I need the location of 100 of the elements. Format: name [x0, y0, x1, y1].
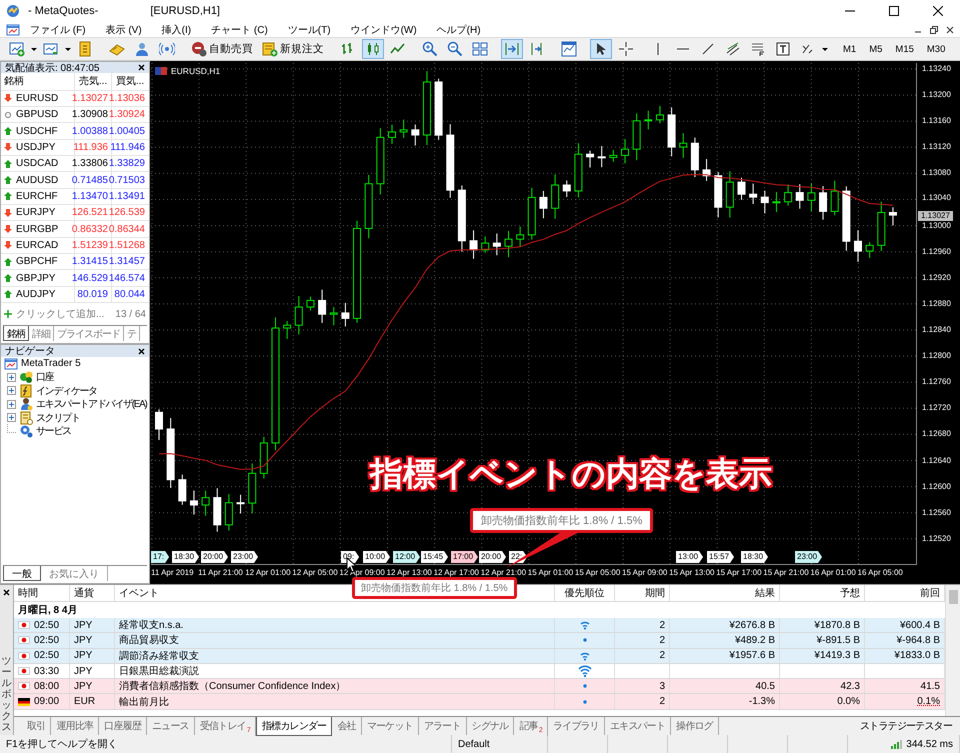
candlestick-icon[interactable] [362, 39, 384, 59]
expand-toggle-icon[interactable] [7, 413, 16, 422]
timeframe-button[interactable]: M15 [890, 40, 919, 58]
expand-toggle-icon[interactable] [7, 372, 16, 382]
column-header[interactable]: 通貨 [70, 585, 115, 601]
column-header[interactable]: 予想 [780, 585, 865, 601]
event-marker[interactable]: 20:00 [479, 551, 506, 563]
event-marker[interactable]: 15:45 [421, 551, 448, 563]
timeframe-button[interactable]: M5 [864, 40, 888, 58]
event-marker[interactable]: 10:00 [363, 551, 390, 563]
ask-price: 1.51268 [111, 238, 148, 254]
event-marker[interactable]: 18:30 [741, 551, 768, 563]
symbol-name[interactable]: EURCHF [16, 190, 58, 202]
new-order-button[interactable]: 新規注文 [259, 39, 327, 59]
timeframe-button[interactable]: M30 [922, 40, 950, 58]
scrollbar[interactable] [945, 585, 960, 716]
close-icon[interactable] [138, 64, 145, 71]
caret-icon[interactable] [31, 48, 37, 50]
panel-tab[interactable]: 一般 [3, 566, 41, 581]
auto-trading-button[interactable]: 自動売買 [188, 39, 256, 59]
close-icon[interactable] [946, 26, 954, 34]
cursor-icon[interactable] [590, 39, 612, 59]
panel-tab[interactable]: テ [124, 326, 140, 342]
restore-icon[interactable] [930, 26, 938, 34]
close-icon[interactable] [3, 589, 10, 596]
tree-item[interactable]: インディケータ [36, 384, 97, 398]
caret-icon[interactable] [822, 48, 828, 50]
event-marker[interactable]: 23:00 [231, 551, 258, 563]
candlestick [609, 149, 618, 162]
tree-item[interactable]: スクリプト [36, 410, 80, 425]
strategy-tester-tab[interactable]: ストラテジーテスター [852, 717, 960, 735]
symbol-name[interactable]: USDCHF [16, 126, 58, 137]
bid-price: 1.13027 [74, 90, 111, 106]
column-header[interactable]: 売気... [74, 73, 111, 90]
symbol-name[interactable]: USDJPY [16, 142, 56, 153]
maximize-icon[interactable] [889, 6, 899, 16]
menu-item[interactable]: ウインドウ(W) [340, 22, 427, 36]
ask-price: 1.33829 [111, 156, 148, 172]
symbol-name[interactable]: EURCAD [16, 240, 58, 251]
column-header[interactable]: 買気... [111, 73, 148, 90]
close-icon[interactable] [933, 6, 943, 16]
event-row[interactable]: 02:50 JPY 経常収支n.s.a. 2 ¥2676.8 B ¥1870.8 B ¥600.4 B [14, 618, 945, 634]
menu-item[interactable]: ヘルプ(H) [426, 22, 491, 36]
menu-item[interactable]: 表示 (V) [96, 22, 152, 36]
currency-code: JPY [74, 634, 92, 646]
panel-tab[interactable]: 詳細 [29, 326, 54, 342]
event-marker[interactable]: 12:00 [393, 551, 420, 563]
symbol-name[interactable]: GBPUSD [16, 109, 58, 120]
symbol-name[interactable]: EURUSD [16, 92, 58, 104]
column-header[interactable]: 優先順位 [555, 585, 615, 601]
panel-tab[interactable]: プライスボード [54, 326, 124, 342]
column-header[interactable]: 期間 [615, 585, 670, 601]
event-marker[interactable]: 18:30 [172, 551, 200, 563]
symbol-name[interactable]: AUDUSD [16, 174, 58, 186]
column-header[interactable]: 結果 [670, 585, 780, 601]
menu-item[interactable]: チャート (C) [201, 22, 278, 36]
column-header[interactable]: 銘柄 [1, 74, 74, 88]
tree-item[interactable]: 口座 [36, 370, 54, 384]
menu-item[interactable]: ツール(T) [278, 22, 341, 36]
symbol-name[interactable]: GBPCHF [16, 256, 58, 268]
autoscroll-icon[interactable] [501, 39, 523, 59]
event-marker[interactable]: 20:00 [201, 551, 228, 563]
column-header[interactable]: 時間 [14, 585, 70, 601]
symbol-name[interactable]: GBPJPY [16, 272, 56, 284]
add-symbol-link[interactable]: クリックして追加... [16, 307, 104, 322]
menu-item[interactable]: 挿入(I) [152, 22, 202, 36]
event-marker[interactable]: 17:00 [451, 551, 478, 563]
price-label: 1.12560 [922, 508, 951, 518]
candlestick [714, 172, 722, 218]
event-row[interactable]: 08:00 JPY 消費者信頼感指数（Consumer Confidence Index） 3 40.5 42.3 41.5 [14, 679, 945, 694]
event-marker[interactable]: 13:00 [676, 551, 704, 563]
tree-item[interactable]: サービス [36, 424, 71, 438]
close-icon[interactable] [138, 348, 145, 354]
event-marker[interactable]: 15:57 [707, 551, 734, 563]
tree-item[interactable]: MetaTrader 5 [21, 358, 81, 370]
bid-price: 80.019 [74, 286, 111, 302]
panel-tab[interactable]: 銘柄 [3, 326, 29, 342]
symbol-name[interactable]: EURGBP [16, 224, 58, 235]
caret-icon[interactable] [65, 48, 71, 50]
symbol-name[interactable]: AUDJPY [16, 288, 56, 300]
event-row[interactable]: 02:50 JPY 調節済み経常収支 2 ¥1957.6 B ¥1419.3 B ¥1833.0 B [14, 648, 945, 664]
ask-price: 80.044 [111, 286, 148, 302]
symbol-name[interactable]: USDCAD [16, 158, 58, 170]
candlestick [679, 132, 688, 158]
price-label: 1.12760 [922, 377, 951, 388]
toolbox-tab[interactable]: 指標カレンダー [256, 717, 332, 736]
candlestick [551, 174, 560, 220]
event-row[interactable]: 02:50 JPY 商品貿易収支 2 ¥489.2 B ¥-891.5 B ¥-964.8 B [14, 633, 945, 649]
event-marker[interactable]: 23:00 [795, 551, 822, 563]
event-row[interactable]: 09:00 EUR 輸出前月比 2 -1.3% 0.0% 0.1% [14, 694, 945, 710]
expand-toggle-icon[interactable] [7, 386, 16, 396]
symbol-name[interactable]: EURJPY [16, 207, 56, 218]
expand-toggle-icon[interactable] [7, 400, 16, 409]
panel-tab[interactable]: お気に入り [41, 566, 108, 581]
event-marker[interactable]: 17: [151, 551, 170, 563]
menu-item[interactable]: ファイル (F) [20, 22, 96, 36]
timeframe-button[interactable]: M1 [838, 40, 862, 58]
ping-time: 344.52 ms [906, 738, 953, 750]
tree-item[interactable]: エキスパートアドバイザ(EA) [36, 397, 147, 412]
event-row[interactable]: 03:30 JPY 日銀黒田総裁演説 [14, 664, 945, 680]
